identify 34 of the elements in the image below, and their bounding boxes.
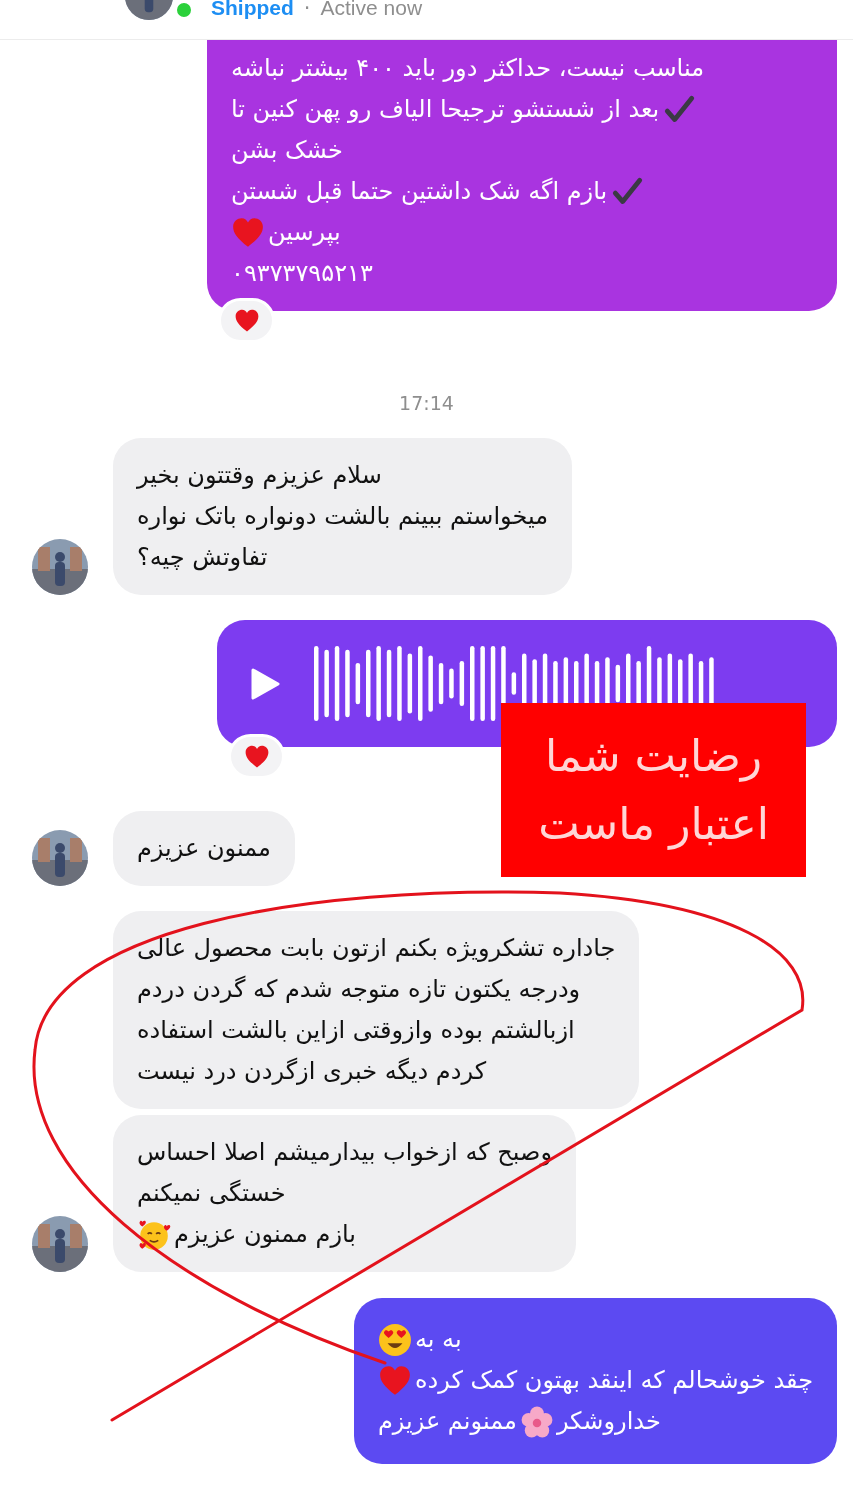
separator-dot: · [303,0,311,20]
message-text: ازبالشتم بوده وازوقتی ازاین بالشت استفاده [137,1015,575,1046]
message-text: میخواستم ببینم بالشت دونواره باتک نواره [137,501,549,532]
message-text: سلام عزیزم وقتتون بخیر [137,460,382,491]
message-text: ۰۹۳۷۳۷۹۵۲۱۳ [231,258,373,289]
sender-avatar[interactable] [32,1216,88,1272]
message-text: کردم دیگه خبری ازگردن درد نیست [137,1056,487,1087]
contact-name: Shipped [211,0,294,20]
activity-status: Active now [320,0,423,20]
message-text: بازم اگه شک داشتین حتما قبل شستن [231,176,608,207]
heart-emoji-icon [243,743,270,770]
banner-text: رضایت شما [544,729,763,784]
timestamp: 17:14 [398,391,455,415]
message-text: جاداره تشکرویژه بکنم ازتون بابت محصول عالی [137,933,616,964]
message-text: مناسب نیست، حداکثر دور باید ۴۰۰ بیشتر نباشه [231,53,704,84]
message-text: خشک بشن [231,135,343,166]
banner-text: اعتبار ماست [538,797,769,852]
play-icon[interactable] [250,667,280,700]
message-text: بعد از شستشو ترجیحا الیاف رو پهن کنین تا [231,94,660,125]
heart-eyes-emoji-icon [377,1322,412,1357]
message-text: خداروشکر [556,1406,661,1437]
message-text: ممنون عزیزم [137,833,271,864]
sender-avatar[interactable] [32,539,88,595]
message-text: تفاوتش چیه؟ [137,542,268,573]
heart-emoji-icon [233,307,260,334]
sender-avatar[interactable] [32,830,88,886]
message-text: ممنونم عزیزم [377,1406,517,1437]
message-text: خستگی نمیکنم [137,1178,286,1209]
message-text: چقد خوشحالم که اینقد بهتون کمک کرده [414,1365,813,1396]
blossom-emoji-icon [519,1404,554,1439]
message-text: به به [414,1324,462,1355]
message-text: بپرسین [268,217,341,248]
message-text: بازم ممنون عزیزم [174,1219,357,1250]
message-text: ودرجه یکتون تازه متوجه شدم که گردن دردم [137,974,581,1005]
